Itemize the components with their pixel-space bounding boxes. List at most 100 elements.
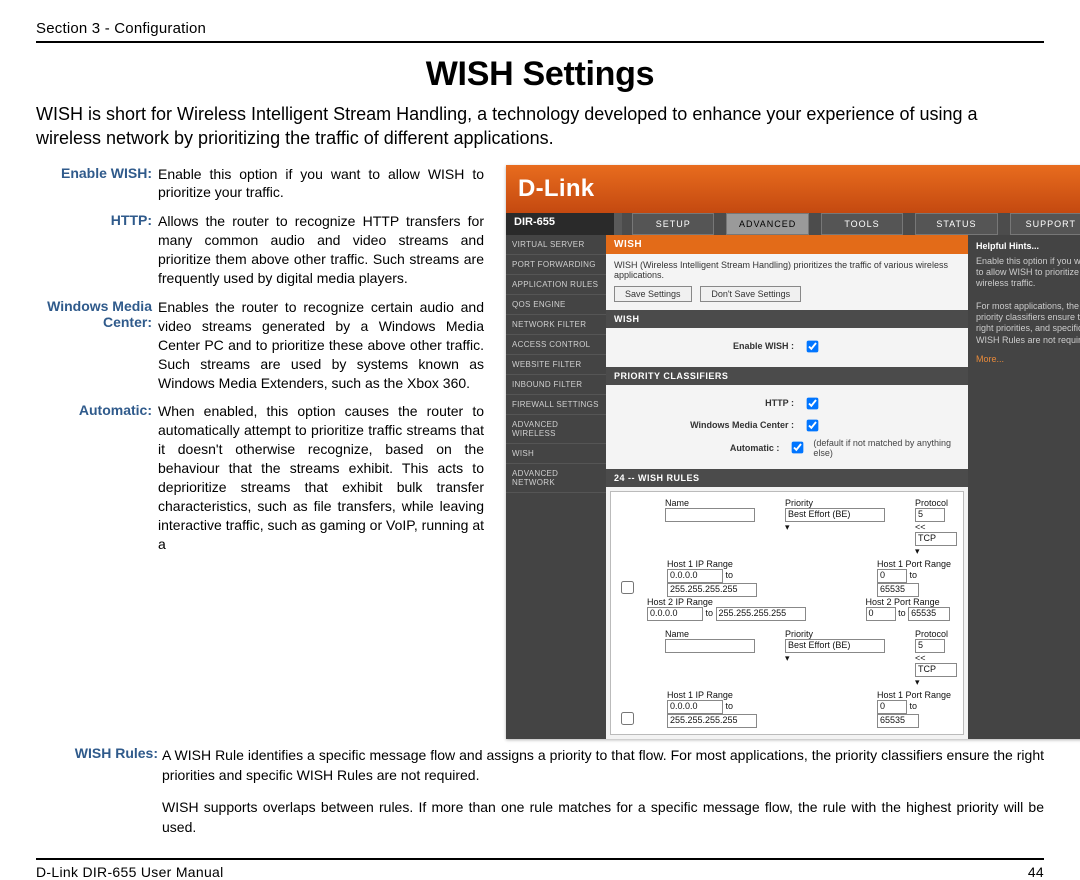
def-label-wmc: Windows Media Center: <box>36 298 158 392</box>
h1ip-from[interactable]: 0.0.0.0 <box>667 569 723 583</box>
rule-priority-label: Priority <box>785 498 885 508</box>
panel-title: WISH <box>606 235 968 254</box>
nav-advanced-wireless[interactable]: ADVANCED WIRELESS <box>506 415 606 444</box>
wmc-checkbox[interactable] <box>807 419 819 431</box>
nav-virtual-server[interactable]: VIRTUAL SERVER <box>506 235 606 255</box>
rule-enable-2[interactable] <box>621 712 634 725</box>
to-label-3: to <box>706 608 714 618</box>
nav-application-rules[interactable]: APPLICATION RULES <box>506 275 606 295</box>
auto-label: Automatic : <box>614 443 787 453</box>
section-header: Section 3 - Configuration <box>36 20 206 37</box>
r2-h1ip-label: Host 1 IP Range <box>667 690 817 700</box>
brand-logo: D-Link <box>518 175 594 203</box>
h2port-label: Host 2 Port Range <box>866 597 951 607</box>
def-label-enable-wish: Enable WISH: <box>36 165 158 203</box>
rule2-protocol-num[interactable]: 5 <box>915 639 945 653</box>
tab-advanced[interactable]: ADVANCED <box>726 213 808 235</box>
nav-advanced-network[interactable]: ADVANCED NETWORK <box>506 464 606 493</box>
tab-support[interactable]: SUPPORT <box>1010 213 1080 235</box>
http-label: HTTP : <box>614 398 802 408</box>
rule-protocol-num[interactable]: 5 <box>915 508 945 522</box>
nav-firewall-settings[interactable]: FIREWALL SETTINGS <box>506 395 606 415</box>
rule-name-label: Name <box>665 498 755 508</box>
rule2-protocol-select[interactable]: TCP <box>915 663 957 677</box>
enable-wish-checkbox[interactable] <box>807 340 819 352</box>
section-rules: 24 -- WISH RULES <box>606 469 968 487</box>
section-classifiers: PRIORITY CLASSIFIERS <box>606 367 968 385</box>
page-title: WISH Settings <box>36 55 1044 94</box>
rule-protocol-select[interactable]: TCP <box>915 532 957 546</box>
definition-list: Enable WISH: Enable this option if you w… <box>36 165 484 739</box>
nav-qos-engine[interactable]: QOS ENGINE <box>506 295 606 315</box>
auto-checkbox[interactable] <box>792 442 804 454</box>
rule-protocol-label: Protocol <box>915 498 957 508</box>
nav-port-forwarding[interactable]: PORT FORWARDING <box>506 255 606 275</box>
section-wish: WISH <box>606 310 968 328</box>
to-label-2: to <box>910 570 918 580</box>
h2ip-label: Host 2 IP Range <box>647 597 806 607</box>
r2-h1port-label: Host 1 Port Range <box>877 690 957 700</box>
dont-save-settings-button[interactable]: Don't Save Settings <box>700 286 801 302</box>
to-label: to <box>726 570 734 580</box>
h2ip-to[interactable]: 255.255.255.255 <box>716 607 806 621</box>
rule2-priority-select[interactable]: Best Effort (BE) <box>785 639 885 653</box>
def-label-wish-rules: WISH Rules: <box>36 745 162 850</box>
tab-tools[interactable]: TOOLS <box>821 213 903 235</box>
to-label-4: to <box>898 608 906 618</box>
nav-wish[interactable]: WISH <box>506 444 606 464</box>
to-label-5: to <box>726 701 734 711</box>
intro-paragraph: WISH is short for Wireless Intelligent S… <box>36 102 1044 151</box>
rule2-name-input[interactable] <box>665 639 755 653</box>
h1port-to[interactable]: 65535 <box>877 583 919 597</box>
h1ip-label: Host 1 IP Range <box>667 559 817 569</box>
rule2-protocol-label: Protocol <box>915 629 957 639</box>
tab-status[interactable]: STATUS <box>915 213 997 235</box>
wmc-label: Windows Media Center : <box>614 420 802 430</box>
hints-panel: Helpful Hints... Enable this option if y… <box>968 235 1080 739</box>
nav-access-control[interactable]: ACCESS CONTROL <box>506 335 606 355</box>
http-checkbox[interactable] <box>807 397 819 409</box>
tab-setup[interactable]: SETUP <box>632 213 714 235</box>
auto-note: (default if not matched by anything else… <box>813 438 960 458</box>
rule-priority-select[interactable]: Best Effort (BE) <box>785 508 885 522</box>
def-label-http: HTTP: <box>36 212 158 288</box>
rule-block-1: Name Priority Best Effort (BE) ▾ Protoco… <box>617 498 957 621</box>
rule-enable-1[interactable] <box>621 581 634 594</box>
brand-bar: D-Link <box>506 165 1080 213</box>
footer-page-number: 44 <box>1028 864 1044 880</box>
wish-rules-p2: WISH supports overlaps between rules. If… <box>162 797 1044 838</box>
to-label-6: to <box>910 701 918 711</box>
r2-h1port-from[interactable]: 0 <box>877 700 907 714</box>
rule-name-input[interactable] <box>665 508 755 522</box>
model-label: DIR-655 <box>506 213 622 235</box>
h2port-to[interactable]: 65535 <box>908 607 950 621</box>
def-label-automatic: Automatic: <box>36 402 158 553</box>
nav-network-filter[interactable]: NETWORK FILTER <box>506 315 606 335</box>
panel-desc: WISH (Wireless Intelligent Stream Handli… <box>614 260 960 280</box>
h1port-from[interactable]: 0 <box>877 569 907 583</box>
nav-inbound-filter[interactable]: INBOUND FILTER <box>506 375 606 395</box>
hints-more-link[interactable]: More... <box>976 354 1080 365</box>
footer-left: D-Link DIR-655 User Manual <box>36 864 224 880</box>
r2-h1ip-from[interactable]: 0.0.0.0 <box>667 700 723 714</box>
hints-title: Helpful Hints... <box>976 241 1080 252</box>
enable-wish-label: Enable WISH : <box>614 341 802 351</box>
hints-p1: Enable this option if you want to allow … <box>976 256 1080 290</box>
h2ip-from[interactable]: 0.0.0.0 <box>647 607 703 621</box>
rule2-priority-label: Priority <box>785 629 885 639</box>
protocol-sep: << <box>915 522 926 532</box>
h1ip-to[interactable]: 255.255.255.255 <box>667 583 757 597</box>
def-text-enable-wish: Enable this option if you want to allow … <box>158 165 484 203</box>
r2-h1ip-to[interactable]: 255.255.255.255 <box>667 714 757 728</box>
protocol-sep-2: << <box>915 653 926 663</box>
wish-rules-p1: A WISH Rule identifies a specific messag… <box>162 745 1044 786</box>
h2port-from[interactable]: 0 <box>866 607 896 621</box>
r2-h1port-to[interactable]: 65535 <box>877 714 919 728</box>
nav-website-filter[interactable]: WEBSITE FILTER <box>506 355 606 375</box>
def-text-wmc: Enables the router to recognize certain … <box>158 298 484 392</box>
rule-top <box>36 41 1044 43</box>
def-text-http: Allows the router to recognize HTTP tran… <box>158 212 484 288</box>
save-settings-button[interactable]: Save Settings <box>614 286 692 302</box>
h1port-label: Host 1 Port Range <box>877 559 957 569</box>
rule-block-2: Name Priority Best Effort (BE) ▾ Protoco… <box>617 629 957 728</box>
